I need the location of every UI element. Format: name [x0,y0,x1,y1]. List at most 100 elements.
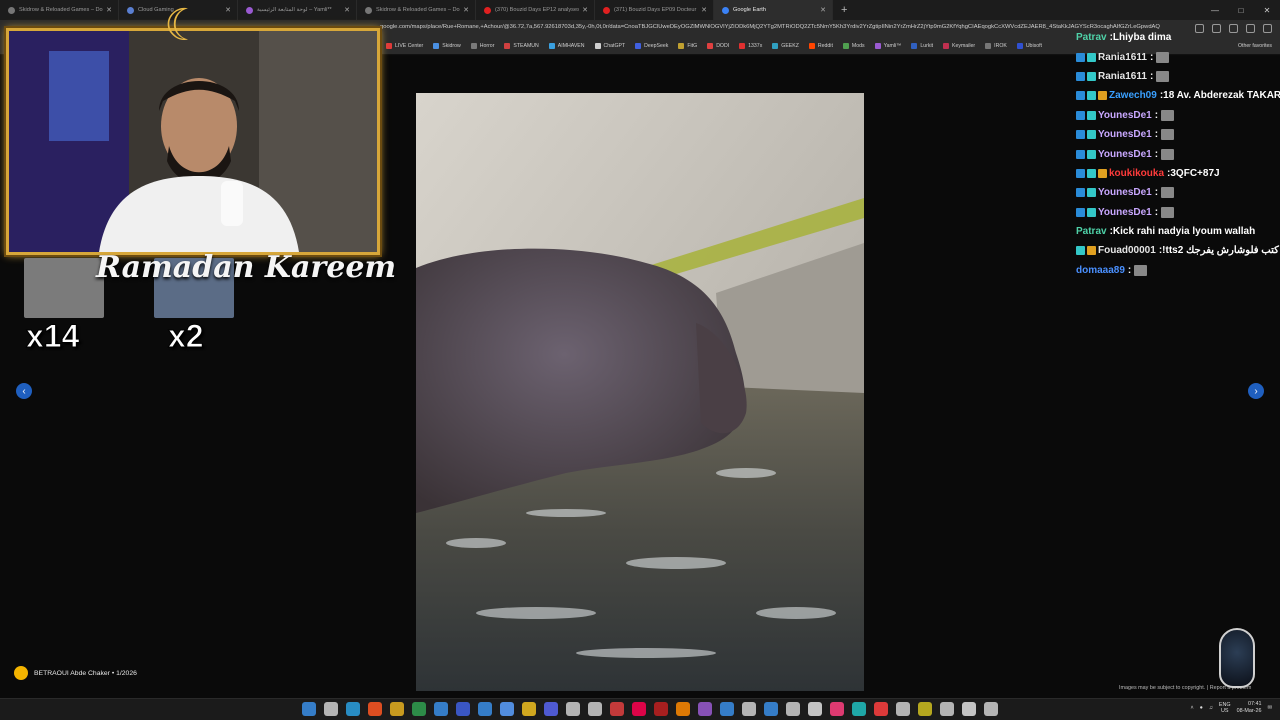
browser-tab[interactable]: Google Earth ✕ [714,0,833,20]
taskbar-app-icon[interactable] [346,702,360,716]
taskbar-app-icon[interactable] [940,702,954,716]
tab-close-icon[interactable]: ✕ [820,6,826,14]
chat-username[interactable]: koukikouka [1109,168,1164,179]
bookmark-item[interactable]: Ubisoft [1016,43,1042,49]
bookmark-item[interactable]: Keymailer [943,43,975,49]
chat-emote-icon [1134,264,1148,276]
taskbar-app-icon[interactable] [808,702,822,716]
taskbar-app-icon[interactable] [566,702,580,716]
hippo-photo-image [416,93,864,691]
chat-badge-icon [1076,188,1085,198]
previous-photo-button[interactable]: ‹ [16,383,32,399]
taskbar-app-icon[interactable] [544,702,558,716]
language-indicator[interactable]: ENG US [1219,702,1231,714]
taskbar-app-icon[interactable] [962,702,976,716]
tab-close-icon[interactable]: ✕ [106,6,112,14]
tab-close-icon[interactable]: ✕ [463,6,469,14]
chat-badge-icon [1087,188,1096,198]
chat-username[interactable]: Zawech09 [1109,90,1157,101]
bookmark-item[interactable]: LIVE Center [386,43,423,49]
taskbar-app-icon[interactable] [368,702,382,716]
taskbar-app-icon[interactable] [522,702,536,716]
bookmark-item[interactable]: 1337x [739,43,762,49]
bookmark-item[interactable]: GEEKZ [772,43,799,49]
taskbar-app-icon[interactable] [324,702,338,716]
taskbar-app-icon[interactable] [830,702,844,716]
notifications-icon[interactable]: ✉ [1267,705,1272,711]
tab-close-icon[interactable]: ✕ [701,6,707,14]
bookmark-item[interactable]: DeepSeek [635,43,668,49]
chat-username[interactable]: YounesDe1 [1098,149,1152,160]
tab-close-icon[interactable]: ✕ [225,6,231,14]
bookmark-item[interactable]: DODI [707,43,729,49]
bookmark-item[interactable]: Horror [470,43,494,49]
tab-close-icon[interactable]: ✕ [582,6,588,14]
taskbar-app-icon[interactable] [632,702,646,716]
photo-credit[interactable]: BETRAOUI Abde Chaker • 1/2026 [14,666,137,680]
browser-tab[interactable]: (371) Bouzid Days EP09 Docteur p ✕ [595,0,714,20]
taskbar-app-icon[interactable] [742,702,756,716]
taskbar-app-icon[interactable] [896,702,910,716]
bookmark-item[interactable]: Mods [842,43,865,49]
bookmark-item[interactable]: IROK [985,43,1007,49]
minimize-icon[interactable]: — [1202,0,1228,20]
next-photo-button[interactable]: › [1248,383,1264,399]
url-field[interactable]: google.com/maps/place/Rue+Romane,+Achour… [380,24,1160,36]
wifi-icon[interactable]: ● [1200,705,1203,711]
chat-username[interactable]: domaaa89 [1076,265,1125,276]
chat-username[interactable]: YounesDe1 [1098,110,1152,121]
clock[interactable]: 07:41 08-Mar-26 [1237,701,1262,715]
taskbar-app-icon[interactable] [412,702,426,716]
tab-close-icon[interactable]: ✕ [344,6,350,14]
taskbar-app-icon[interactable] [764,702,778,716]
maximize-icon[interactable]: □ [1228,0,1254,20]
taskbar-app-icon[interactable] [654,702,668,716]
chat-username[interactable]: Rania1611 [1098,52,1147,63]
chat-username[interactable]: YounesDe1 [1098,129,1152,140]
browser-tab[interactable]: لوحة المتابعة الرئيسية – Yamli** ✕ [238,0,357,20]
new-tab-button[interactable]: + [841,4,847,16]
bookmark-item[interactable]: Skidrow [433,43,461,49]
chat-username[interactable]: Rania1611 [1098,71,1147,82]
bookmark-icon [739,43,746,49]
taskbar-app-icon[interactable] [698,702,712,716]
bookmark-item[interactable]: ChatGPT [594,43,625,49]
bookmark-item[interactable]: Reddit [808,43,833,49]
bookmark-label: Reddit [817,43,833,49]
chat-badge-icon [1087,168,1096,178]
bookmark-icon [874,43,881,49]
browser-tab[interactable]: Skidrow & Reloaded Games – Do… ✕ [0,0,119,20]
chat-username[interactable]: YounesDe1 [1098,207,1152,218]
taskbar-app-icon[interactable] [390,702,404,716]
volume-icon[interactable]: ♫ [1209,705,1213,711]
taskbar-app-icon[interactable] [874,702,888,716]
taskbar-app-icon[interactable] [720,702,734,716]
bookmark-item[interactable]: Lurkit [911,43,933,49]
bookmark-item[interactable]: STEAMUN [504,43,539,49]
taskbar-app-icon[interactable] [302,702,316,716]
taskbar-app-icon[interactable] [434,702,448,716]
browser-tab[interactable]: Skidrow & Reloaded Games – Do… ✕ [357,0,476,20]
chat-username[interactable]: YounesDe1 [1098,187,1152,198]
chat-username[interactable]: Fouad00001 [1098,245,1156,256]
chevron-up-icon[interactable]: ˄ [1190,705,1193,711]
taskbar-app-icon[interactable] [588,702,602,716]
windows-taskbar: ˄ ● ♫ ENG US 07:41 08-Mar-26 ✉ [0,698,1280,720]
taskbar-app-icon[interactable] [456,702,470,716]
chat-username[interactable]: Patrav [1076,32,1107,43]
close-icon[interactable]: ✕ [1254,0,1280,20]
taskbar-app-icon[interactable] [786,702,800,716]
taskbar-app-icon[interactable] [852,702,866,716]
bookmark-item[interactable]: FitG [678,43,697,49]
taskbar-app-icon[interactable] [676,702,690,716]
taskbar-app-icon[interactable] [918,702,932,716]
taskbar-app-icon[interactable] [984,702,998,716]
taskbar-app-icon[interactable] [478,702,492,716]
taskbar-app-icon[interactable] [610,702,624,716]
chat-message: YounesDe1: [1076,183,1280,202]
bookmark-item[interactable]: Yamli™ [874,43,901,49]
browser-tab[interactable]: (370) Bouzid Days EP12 analyses ✕ [476,0,595,20]
taskbar-app-icon[interactable] [500,702,514,716]
chat-username[interactable]: Patrav [1076,226,1107,237]
bookmark-item[interactable]: AIMHAVEN [548,43,585,49]
